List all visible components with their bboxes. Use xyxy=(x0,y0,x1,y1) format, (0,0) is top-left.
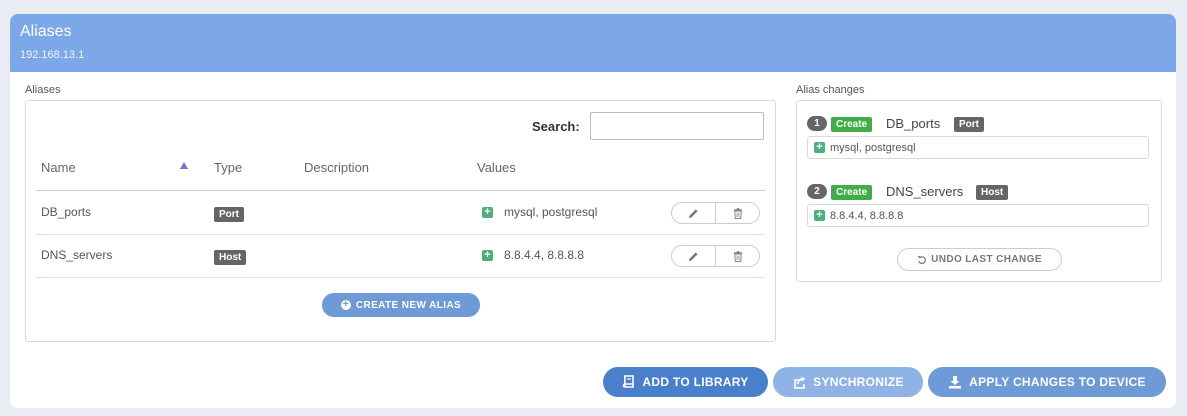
change-alias-name: DNS_servers xyxy=(886,184,964,199)
apply-changes-button[interactable]: APPLY CHANGES TO DEVICE xyxy=(928,367,1166,397)
edit-button[interactable] xyxy=(672,203,715,223)
edit-button[interactable] xyxy=(672,246,715,266)
change-values: 8.8.4.4, 8.8.8.8 xyxy=(830,210,904,222)
alias-type-badge: Host xyxy=(214,250,247,265)
synchronize-button[interactable]: SYNCHRONIZE xyxy=(773,367,923,397)
alias-name: DB_ports xyxy=(41,205,92,219)
aliases-panel: Aliases 192.168.13.1 Aliases Search: Nam… xyxy=(10,14,1176,408)
change-type-badge: Host xyxy=(976,185,1009,200)
change-index: 1 xyxy=(807,116,827,131)
alias-changes-box: 1 Create DB_ports Port + mysql, postgres… xyxy=(796,100,1162,282)
book-icon xyxy=(623,375,635,388)
change-index: 2 xyxy=(807,184,827,199)
column-header-values[interactable]: Values xyxy=(477,160,516,175)
aliases-section-label: Aliases xyxy=(25,84,61,96)
sort-ascending-icon[interactable] xyxy=(180,162,188,169)
plus-circle-icon: + xyxy=(340,299,351,310)
delete-button[interactable] xyxy=(715,203,759,223)
create-new-alias-label: CREATE NEW ALIAS xyxy=(355,299,462,311)
plus-square-icon: + xyxy=(814,142,825,153)
change-action-badge: Create xyxy=(831,117,873,132)
device-ip: 192.168.13.1 xyxy=(20,49,85,61)
alias-values: 8.8.4.4, 8.8.8.8 xyxy=(504,248,585,262)
row-divider xyxy=(36,234,765,235)
aliases-table-box: Search: Name Type Description Values DB_… xyxy=(25,100,776,342)
change-values: mysql, postgresql xyxy=(830,142,916,154)
pencil-icon xyxy=(688,208,698,218)
create-new-alias-button[interactable]: + CREATE NEW ALIAS xyxy=(322,293,480,317)
alias-name: DNS_servers xyxy=(41,248,113,262)
change-type-badge: Port xyxy=(954,117,984,132)
search-label: Search: xyxy=(532,119,580,134)
change-action-badge: Create xyxy=(831,185,873,200)
search-input[interactable] xyxy=(590,112,764,140)
change-alias-name: DB_ports xyxy=(886,116,941,131)
add-to-library-button[interactable]: ADD TO LIBRARY xyxy=(603,367,768,397)
share-icon xyxy=(794,376,806,389)
row-actions xyxy=(671,245,760,267)
undo-last-change-button[interactable]: UNDO LAST CHANGE xyxy=(897,248,1062,271)
alias-values: mysql, postgresql xyxy=(504,205,598,219)
synchronize-label: SYNCHRONIZE xyxy=(813,375,904,389)
trash-icon xyxy=(733,207,742,219)
column-header-type[interactable]: Type xyxy=(214,160,242,175)
plus-square-icon: + xyxy=(482,207,493,218)
pencil-icon xyxy=(688,251,698,261)
trash-icon xyxy=(733,250,742,262)
apply-changes-label: APPLY CHANGES TO DEVICE xyxy=(969,375,1146,389)
change-values-box: + mysql, postgresql xyxy=(807,136,1149,159)
row-actions xyxy=(671,202,760,224)
undo-icon xyxy=(917,255,926,264)
header-divider xyxy=(36,190,765,191)
plus-square-icon: + xyxy=(482,250,493,261)
download-icon xyxy=(949,376,962,389)
page-title: Aliases xyxy=(20,23,72,40)
delete-button[interactable] xyxy=(715,246,759,266)
panel-header: Aliases 192.168.13.1 xyxy=(10,14,1176,72)
alias-type-badge: Port xyxy=(214,207,244,222)
column-header-description[interactable]: Description xyxy=(304,160,369,175)
plus-square-icon: + xyxy=(814,210,825,221)
change-values-box: + 8.8.4.4, 8.8.8.8 xyxy=(807,204,1149,227)
add-to-library-label: ADD TO LIBRARY xyxy=(642,375,749,389)
column-header-name[interactable]: Name xyxy=(41,160,76,175)
row-divider xyxy=(36,277,765,278)
changes-section-label: Alias changes xyxy=(796,84,865,96)
undo-label: UNDO LAST CHANGE xyxy=(931,254,1042,265)
